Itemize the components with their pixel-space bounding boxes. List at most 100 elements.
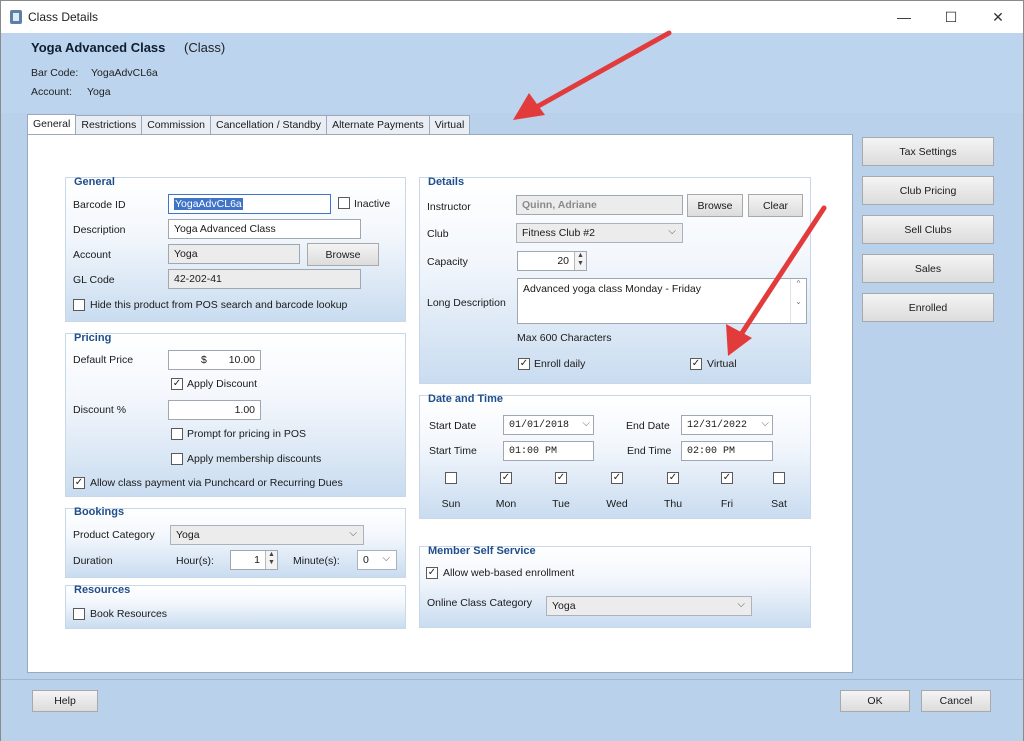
club-select[interactable]: Fitness Club #2 ⌵ xyxy=(516,223,683,243)
hours-label: Hour(s): xyxy=(176,555,214,567)
hours-stepper[interactable]: 1 ▲ ▼ xyxy=(230,550,278,570)
product-category-label: Product Category xyxy=(73,529,155,541)
tab-commission[interactable]: Commission xyxy=(141,115,211,135)
barcode-id-input[interactable]: YogaAdvCL6a xyxy=(168,194,331,214)
bookings-group-title: Bookings xyxy=(74,506,125,518)
online-class-category-select[interactable]: Yoga ⌵ xyxy=(546,596,752,616)
default-price-input[interactable]: $ 10.00 xyxy=(168,350,261,370)
details-group-title: Details xyxy=(428,176,465,188)
day-label-mon: Mon xyxy=(495,498,517,510)
window-title: Class Details xyxy=(28,10,99,24)
barcode-id-label: Barcode ID xyxy=(73,199,126,211)
web-enrollment-label: Allow web-based enrollment xyxy=(443,567,575,579)
tab-virtual[interactable]: Virtual xyxy=(428,115,471,135)
apply-discount-checkbox[interactable]: ✓ xyxy=(171,378,183,390)
description-input[interactable]: Yoga Advanced Class xyxy=(168,219,361,239)
max-characters-hint: Max 600 Characters xyxy=(517,332,612,344)
prompt-pricing-checkbox[interactable] xyxy=(171,428,183,440)
hide-product-checkbox[interactable] xyxy=(73,299,85,311)
inactive-checkbox[interactable] xyxy=(338,197,350,209)
minutes-label: Minute(s): xyxy=(293,555,340,567)
help-button[interactable]: Help xyxy=(32,690,98,712)
book-resources-checkbox[interactable] xyxy=(73,608,85,620)
pricing-group-title: Pricing xyxy=(74,332,112,344)
start-time-input[interactable]: 01:00 PM xyxy=(503,441,594,461)
sales-button[interactable]: Sales xyxy=(862,254,994,283)
day-label-wed: Wed xyxy=(606,498,628,510)
membership-discounts-label: Apply membership discounts xyxy=(187,453,322,465)
resources-group-title: Resources xyxy=(74,584,131,596)
day-checkbox-wed[interactable]: ✓ xyxy=(611,472,623,484)
spin-arrows-icon[interactable]: ▲ ▼ xyxy=(574,252,586,270)
annotation-arrow-tabs xyxy=(513,30,672,120)
chevron-down-icon: ⌵ xyxy=(382,553,390,564)
apply-discount-label: Apply Discount xyxy=(187,378,258,390)
enrolled-button[interactable]: Enrolled xyxy=(862,293,994,322)
end-date-input[interactable]: 12/31/2022 ⌵ xyxy=(681,415,773,435)
club-label: Club xyxy=(427,228,449,240)
end-time-label: End Time xyxy=(627,445,672,457)
spin-arrows-icon[interactable]: ▲ ▼ xyxy=(265,551,277,569)
punchcard-payment-label: Allow class payment via Punchcard or Rec… xyxy=(90,477,343,489)
instructor-input: Quinn, Adriane xyxy=(516,195,683,215)
barcode-header-value: YogaAdvCL6a xyxy=(91,67,158,79)
tab-cancellation-standby[interactable]: Cancellation / Standby xyxy=(209,115,328,135)
currency-symbol: $ xyxy=(201,354,207,366)
chevron-down-icon: ⌵ xyxy=(761,418,769,429)
virtual-checkbox[interactable]: ✓ xyxy=(690,358,702,370)
start-date-input[interactable]: 01/01/2018 ⌵ xyxy=(503,415,594,435)
day-checkbox-tue[interactable]: ✓ xyxy=(555,472,567,484)
start-date-label: Start Date xyxy=(429,420,477,432)
book-resources-label: Book Resources xyxy=(90,608,168,620)
tax-settings-button[interactable]: Tax Settings xyxy=(862,137,994,166)
account-browse-button[interactable]: Browse xyxy=(307,243,379,266)
inactive-label: Inactive xyxy=(354,198,391,210)
day-checkbox-mon[interactable]: ✓ xyxy=(500,472,512,484)
online-class-category-label: Online Class Category xyxy=(427,597,533,609)
chevron-down-icon: ⌵ xyxy=(668,226,676,237)
description-label: Description xyxy=(73,224,126,236)
instructor-label: Instructor xyxy=(427,201,471,213)
ok-button[interactable]: OK xyxy=(840,690,910,712)
default-price-value: 10.00 xyxy=(228,354,255,366)
account-header-value: Yoga xyxy=(87,86,111,98)
minutes-select[interactable]: 0 ⌵ xyxy=(357,550,397,570)
day-label-sat: Sat xyxy=(771,498,787,510)
product-category-select[interactable]: Yoga ⌵ xyxy=(170,525,364,545)
member-self-service-title: Member Self Service xyxy=(428,545,536,557)
punchcard-payment-checkbox[interactable]: ✓ xyxy=(73,477,85,489)
tab-general[interactable]: General xyxy=(27,114,77,135)
close-button[interactable]: ✕ xyxy=(975,5,1021,29)
day-checkbox-thu[interactable]: ✓ xyxy=(667,472,679,484)
sell-clubs-button[interactable]: Sell Clubs xyxy=(862,215,994,244)
minimize-button[interactable]: — xyxy=(881,5,927,29)
account-input: Yoga xyxy=(168,244,300,264)
maximize-button[interactable]: ☐ xyxy=(928,5,974,29)
enroll-daily-checkbox[interactable]: ✓ xyxy=(518,358,530,370)
date-time-group-title: Date and Time xyxy=(428,393,503,405)
duration-label: Duration xyxy=(73,555,113,567)
cancel-button[interactable]: Cancel xyxy=(921,690,991,712)
barcode-header-label: Bar Code: xyxy=(31,67,79,79)
record-type: (Class) xyxy=(184,40,226,55)
tab-alternate-payments[interactable]: Alternate Payments xyxy=(326,115,430,135)
account-label: Account xyxy=(73,249,111,261)
club-pricing-button[interactable]: Club Pricing xyxy=(862,176,994,205)
chevron-down-icon: ⌵ xyxy=(582,418,590,429)
annotation-arrow-virtual xyxy=(726,205,827,356)
discount-percent-input[interactable]: 1.00 xyxy=(168,400,261,420)
tab-restrictions[interactable]: Restrictions xyxy=(75,115,143,135)
class-details-window: Class Details — ☐ ✕ Yoga Advanced Class … xyxy=(0,0,1024,741)
day-checkbox-sat[interactable] xyxy=(773,472,785,484)
day-checkbox-sun[interactable] xyxy=(445,472,457,484)
capacity-stepper[interactable]: 20 ▲ ▼ xyxy=(517,251,587,271)
chevron-down-icon: ⌵ xyxy=(349,528,357,539)
membership-discounts-checkbox[interactable] xyxy=(171,453,183,465)
day-checkbox-fri[interactable]: ✓ xyxy=(721,472,733,484)
web-enrollment-checkbox[interactable]: ✓ xyxy=(426,567,438,579)
day-label-tue: Tue xyxy=(552,498,570,510)
general-group-title: General xyxy=(74,176,115,188)
day-label-sun: Sun xyxy=(441,498,461,510)
enroll-daily-label: Enroll daily xyxy=(534,358,586,370)
end-time-input[interactable]: 02:00 PM xyxy=(681,441,773,461)
